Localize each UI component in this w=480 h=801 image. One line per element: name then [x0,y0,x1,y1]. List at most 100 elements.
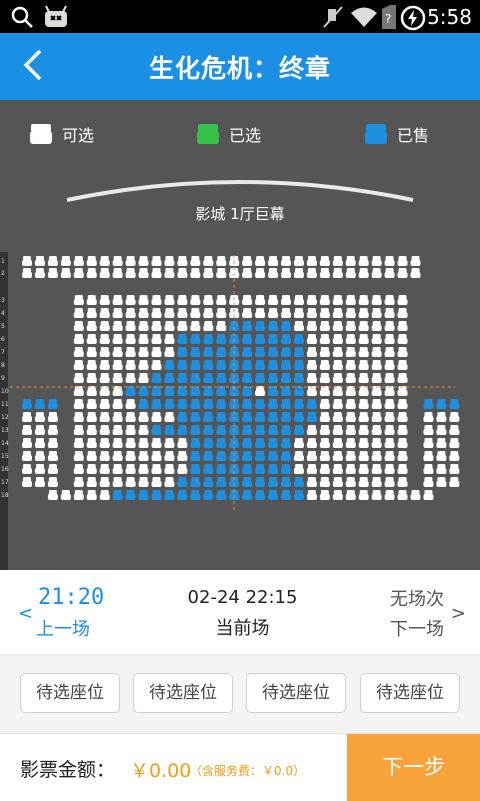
seat-available[interactable] [86,412,97,422]
seat-available[interactable] [449,425,460,435]
seat-available[interactable] [47,451,58,461]
seat-available[interactable] [73,347,84,357]
seat-available[interactable] [332,451,343,461]
seat-available[interactable] [138,256,149,266]
seat-available[interactable] [138,412,149,422]
seat-available[interactable] [358,295,369,305]
seat-available[interactable] [384,360,395,370]
seat-available[interactable] [177,451,188,461]
seat-available[interactable] [112,399,123,409]
seat-available[interactable] [151,295,162,305]
seat-available[interactable] [203,256,214,266]
seat-available[interactable] [423,438,434,448]
seat-available[interactable] [345,256,356,266]
seat-available[interactable] [384,464,395,474]
seat-available[interactable] [125,295,136,305]
seat-available[interactable] [293,451,304,461]
seat-available[interactable] [125,412,136,422]
seat-available[interactable] [99,295,110,305]
seat-available[interactable] [242,308,253,318]
seat-available[interactable] [112,295,123,305]
seat-available[interactable] [99,490,110,500]
seat-available[interactable] [125,451,136,461]
seat-available[interactable] [345,399,356,409]
seat-available[interactable] [151,308,162,318]
seat-available[interactable] [319,399,330,409]
seat-available[interactable] [203,308,214,318]
seat-available[interactable] [99,451,110,461]
seat-available[interactable] [86,321,97,331]
seat-available[interactable] [164,464,175,474]
seat-available[interactable] [319,347,330,357]
seat-available[interactable] [112,308,123,318]
seat-available[interactable] [423,412,434,422]
seat-available[interactable] [371,490,382,500]
seat-available[interactable] [371,412,382,422]
seat-available[interactable] [436,425,447,435]
seat-available[interactable] [47,477,58,487]
seat-available[interactable] [125,334,136,344]
seat-available[interactable] [319,477,330,487]
seat-available[interactable] [384,321,395,331]
seat-available[interactable] [34,425,45,435]
seat-available[interactable] [73,425,84,435]
seat-available[interactable] [138,308,149,318]
seat-available[interactable] [164,451,175,461]
seat-available[interactable] [397,308,408,318]
seat-available[interactable] [293,268,304,278]
seat-available[interactable] [371,399,382,409]
seat-available[interactable] [151,347,162,357]
seat-available[interactable] [306,268,317,278]
seat-available[interactable] [345,308,356,318]
seat-available[interactable] [86,464,97,474]
seat-available[interactable] [358,256,369,266]
seat-available[interactable] [306,295,317,305]
seat-available[interactable] [371,464,382,474]
seat-available[interactable] [203,321,214,331]
seat-available[interactable] [397,412,408,422]
seat-available[interactable] [410,268,421,278]
seat-available[interactable] [138,373,149,383]
seat-available[interactable] [22,464,32,474]
seat-available[interactable] [384,438,395,448]
seat-available[interactable] [138,438,149,448]
seat-available[interactable] [177,464,188,474]
seat-available[interactable] [73,256,84,266]
seat-available[interactable] [112,256,123,266]
seat-available[interactable] [22,425,32,435]
seat-available[interactable] [138,321,149,331]
seat-available[interactable] [125,360,136,370]
seat-available[interactable] [99,438,110,448]
seat-available[interactable] [306,373,317,383]
seat-available[interactable] [332,334,343,344]
seat-available[interactable] [22,412,32,422]
seat-available[interactable] [242,295,253,305]
seat-available[interactable] [423,490,434,500]
seat-available[interactable] [73,477,84,487]
seat-available[interactable] [47,438,58,448]
seat-available[interactable] [449,477,460,487]
seat-available[interactable] [358,425,369,435]
seat-available[interactable] [436,438,447,448]
seat-available[interactable] [177,438,188,448]
seat-available[interactable] [177,256,188,266]
seat-available[interactable] [86,477,97,487]
seat-available[interactable] [138,295,149,305]
seat-available[interactable] [384,412,395,422]
seat-available[interactable] [22,451,32,461]
seat-available[interactable] [242,268,253,278]
seat-available[interactable] [47,412,58,422]
seat-available[interactable] [423,477,434,487]
seat-slot-1[interactable]: 待选座位 [20,673,120,713]
seat-available[interactable] [384,334,395,344]
seat-available[interactable] [332,360,343,370]
seat-available[interactable] [34,477,45,487]
seat-available[interactable] [99,321,110,331]
seat-available[interactable] [306,321,317,331]
seat-available[interactable] [86,347,97,357]
seat-available[interactable] [138,360,149,370]
seat-available[interactable] [268,268,279,278]
seat-available[interactable] [449,412,460,422]
seat-available[interactable] [281,268,291,278]
seat-available[interactable] [293,438,304,448]
